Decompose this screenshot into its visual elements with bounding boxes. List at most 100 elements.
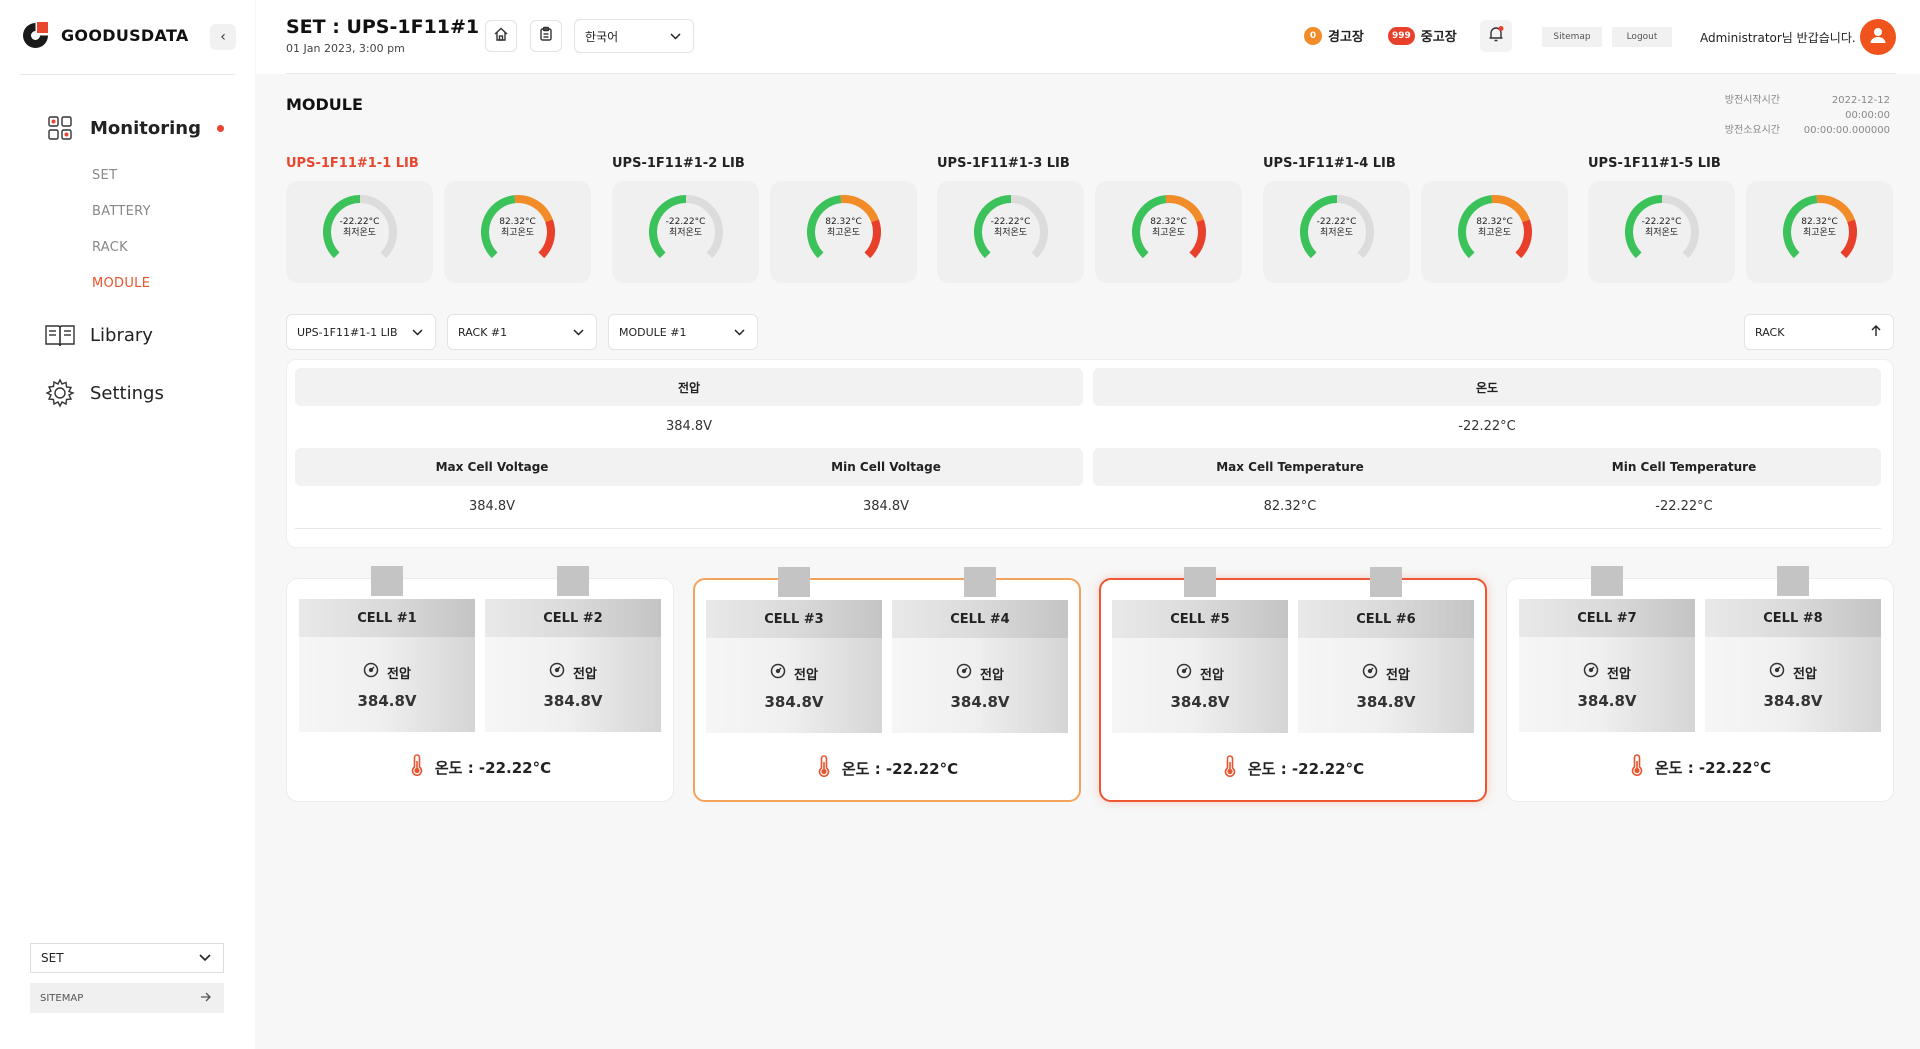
battery-cell[interactable]: CELL #7 전압 384.8V (1519, 599, 1695, 732)
brand-logo[interactable]: GOODUSDATA (20, 20, 189, 51)
fault-count-badge: 999 (1388, 26, 1415, 45)
battery-cell[interactable]: CELL #5 전압 384.8V (1112, 600, 1288, 733)
chevron-down-icon (412, 326, 423, 339)
max-temp-value: 82.32°C (1150, 217, 1187, 227)
cell-name: CELL #4 (892, 600, 1068, 638)
battery-cell[interactable]: CELL #8 전압 384.8V (1705, 599, 1881, 732)
temperature-value: -22.22°C (1458, 419, 1516, 434)
cell-voltage-label: 전압 (573, 666, 597, 682)
module-temperature: 온도 : -22.22°C (1507, 754, 1893, 780)
chevron-down-icon (573, 326, 584, 339)
cell-voltage-value: 384.8V (764, 693, 824, 711)
sidebar-item-set[interactable]: SET (92, 168, 117, 183)
min-temp-gauge: -22.22°C 최저온도 (1263, 181, 1410, 283)
language-select[interactable]: 한국어 (574, 19, 694, 53)
fault-alarm[interactable]: 999 중고장 (1388, 26, 1457, 45)
module-card[interactable]: CELL #1 전압 384.8V CELL #2 전압 384.8V 온도 : -22.2… (286, 566, 674, 802)
cell-name: CELL #5 (1112, 600, 1288, 638)
logo-icon (20, 20, 51, 51)
avatar[interactable] (1860, 19, 1896, 55)
max-temp-gauge: 82.32°C 최고온도 (1421, 181, 1568, 283)
max-cell-temp-value: 82.32°C (1263, 499, 1317, 514)
battery-cell[interactable]: CELL #1 전압 384.8V (299, 599, 475, 732)
battery-cell[interactable]: CELL #6 전압 384.8V (1298, 600, 1474, 733)
set-select-value: SET (41, 951, 64, 965)
nav-settings-label: Settings (90, 382, 164, 404)
voltage-header: 전압 (295, 368, 1083, 406)
cell-voltage-value: 384.8V (1577, 692, 1637, 710)
max-temp-label: 최고온도 (1151, 228, 1186, 238)
arrow-up-icon (1871, 324, 1881, 340)
battery-cell[interactable]: CELL #4 전압 384.8V (892, 600, 1068, 733)
min-cell-temp-header: Min Cell Temperature (1611, 460, 1757, 474)
gauge-icon (363, 662, 379, 682)
cell-terminal (1370, 567, 1402, 597)
cell-voltage-label: 전압 (794, 667, 818, 683)
cell-terminal (371, 566, 403, 596)
module-temperature: 온도 : -22.22°C (1101, 755, 1485, 781)
lib-title[interactable]: UPS-1F11#1-1 LIB (286, 156, 419, 171)
min-temp-gauge: -22.22°C 최저온도 (937, 181, 1084, 283)
cell-voltage-label: 전압 (980, 667, 1004, 683)
sitemap-button[interactable]: Sitemap (1542, 27, 1602, 47)
lib-filter-select[interactable]: UPS-1F11#1-1 LIB (286, 314, 436, 350)
lib-title[interactable]: UPS-1F11#1-4 LIB (1263, 156, 1396, 171)
module-temperature: 온도 : -22.22°C (287, 754, 673, 780)
module-filter-select[interactable]: MODULE #1 (608, 314, 758, 350)
cell-voltage-label-row: 전압 (1112, 663, 1288, 683)
warning-alarm[interactable]: 0 경고장 (1304, 26, 1364, 45)
thermometer-icon (816, 755, 832, 781)
module-card[interactable]: CELL #5 전압 384.8V CELL #6 전압 384.8V 온도 : -22.2… (1099, 567, 1487, 802)
nav-library[interactable]: Library (44, 319, 153, 351)
battery-cell[interactable]: CELL #2 전압 384.8V (485, 599, 661, 732)
section-title: MODULE (286, 95, 363, 114)
module-temperature-text: 온도 : -22.22°C (1247, 759, 1365, 778)
monitoring-icon (44, 112, 76, 144)
cell-voltage-label: 전압 (1386, 667, 1410, 683)
language-value: 한국어 (585, 29, 619, 44)
notification-button[interactable] (1480, 20, 1512, 52)
cell-voltage-label: 전압 (1200, 667, 1224, 683)
lib-title[interactable]: UPS-1F11#1-2 LIB (612, 156, 745, 171)
back-to-rack-button[interactable]: RACK (1744, 314, 1894, 350)
max-temp-readout: 82.32°C 최고온도 (1095, 217, 1242, 239)
cell-voltage-label-row: 전압 (1519, 662, 1695, 682)
cell-voltage-label-row: 전압 (485, 662, 661, 682)
sidebar-item-battery[interactable]: BATTERY (92, 204, 151, 219)
lib-title[interactable]: UPS-1F11#1-3 LIB (937, 156, 1070, 171)
fault-label: 중고장 (1420, 30, 1457, 45)
sidebar-item-rack[interactable]: RACK (92, 240, 128, 255)
sidebar-item-module[interactable]: MODULE (92, 276, 150, 291)
thermometer-icon (409, 754, 425, 780)
discharge-start-value: 2022-12-12 00:00:00 (1831, 95, 1890, 121)
logout-button[interactable]: Logout (1612, 27, 1672, 47)
sitemap-link[interactable]: SITEMAP (30, 983, 224, 1013)
rack-filter-select[interactable]: RACK #1 (447, 314, 597, 350)
min-temp-value: -22.22°C (339, 217, 380, 227)
battery-cell[interactable]: CELL #3 전압 384.8V (706, 600, 882, 733)
voltage-value: 384.8V (665, 419, 713, 434)
min-temp-label: 최저온도 (1644, 228, 1679, 238)
discharge-time-info: 방전시작시간 2022-12-12 00:00:00 방전소요시간 00:00:00… (1700, 93, 1890, 138)
lib-title[interactable]: UPS-1F11#1-5 LIB (1588, 156, 1721, 171)
cell-voltage-value: 384.8V (1170, 693, 1230, 711)
cell-voltage-value: 384.8V (950, 693, 1010, 711)
module-filter-value: MODULE #1 (619, 325, 687, 339)
cell-name: CELL #6 (1298, 600, 1474, 638)
thermometer-icon (1222, 755, 1238, 781)
clipboard-button[interactable] (530, 20, 562, 52)
module-card[interactable]: CELL #3 전압 384.8V CELL #4 전압 384.8V 온도 : -22.2… (693, 567, 1081, 802)
home-button[interactable] (485, 20, 517, 52)
max-cell-voltage-header: Max Cell Voltage (435, 460, 549, 474)
nav-monitoring[interactable]: Monitoring (44, 112, 224, 144)
max-temp-value: 82.32°C (1476, 217, 1513, 227)
min-temp-value: -22.22°C (1641, 217, 1682, 227)
sitemap-label: SITEMAP (40, 992, 84, 1004)
module-card[interactable]: CELL #7 전압 384.8V CELL #8 전압 384.8V 온도 : -22.2… (1506, 566, 1894, 802)
sidebar-collapse-button[interactable]: ‹ (210, 24, 236, 50)
set-select[interactable]: SET (30, 943, 224, 973)
user-greeting: Administrator님 반갑습니다. (1700, 31, 1856, 45)
nav-settings[interactable]: Settings (44, 377, 164, 409)
cell-name: CELL #2 (485, 599, 661, 637)
module-temperature-text: 온도 : -22.22°C (434, 758, 552, 777)
